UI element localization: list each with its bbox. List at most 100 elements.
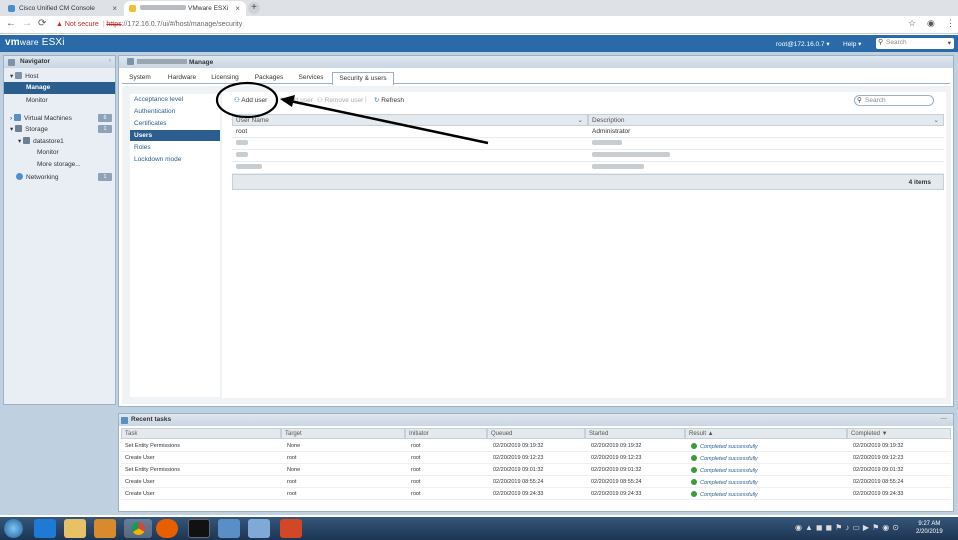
- remove-user-button[interactable]: ⚇ Remove user: [317, 96, 363, 104]
- result-cell: Completed successfully: [691, 467, 758, 474]
- browser-tab-cucm[interactable]: Cisco Unified CM Console ×: [3, 1, 123, 16]
- remote-desktop-icon[interactable]: [248, 519, 270, 538]
- table-row[interactable]: [232, 138, 944, 150]
- nav-item-storage[interactable]: ▾ Storage 1: [4, 123, 115, 135]
- column-header-initiator[interactable]: Initiator: [405, 428, 487, 439]
- column-header-user-name[interactable]: User Name ⌄: [232, 114, 588, 126]
- menu-icon[interactable]: ⋮: [946, 18, 955, 29]
- cisco-favicon-icon: [8, 5, 15, 12]
- refresh-button[interactable]: ↻ Refresh: [374, 96, 404, 104]
- nav-item-more-storage[interactable]: More storage...: [4, 159, 115, 171]
- network-icon: [16, 173, 23, 180]
- task-cell: Create User: [125, 491, 155, 497]
- browser-tab-vmware[interactable]: VMware ESXi ×: [124, 1, 246, 16]
- collapse-icon[interactable]: —: [941, 415, 948, 422]
- menu-item-authentication[interactable]: Authentication: [130, 106, 220, 117]
- menu-item-roles[interactable]: Roles: [130, 142, 220, 153]
- url-input[interactable]: ▲ Not secure | https://172.16.0.7/ui/#/h…: [56, 19, 896, 32]
- redacted-text: [592, 164, 644, 169]
- account-icon[interactable]: ◉: [927, 18, 935, 29]
- nav-item-datastore1[interactable]: ▾ datastore1: [4, 135, 115, 147]
- user-menu[interactable]: root@172.16.0.7 ▾: [776, 40, 830, 48]
- edit-user-button[interactable]: ✎ Edit user: [280, 96, 313, 104]
- table-row[interactable]: Create User root root 02/20/2019 08:55:24 02…: [121, 476, 951, 488]
- help-menu[interactable]: Help ▾: [843, 40, 861, 48]
- completed-cell: 02/20/2019 09:19:32: [853, 443, 904, 449]
- column-header-started[interactable]: Started: [585, 428, 685, 439]
- target-cell: root: [287, 455, 297, 461]
- table-row[interactable]: [232, 150, 944, 162]
- success-check-icon: [691, 443, 697, 449]
- users-search-input[interactable]: ⚲ Search: [854, 95, 934, 106]
- command-prompt-icon[interactable]: [188, 519, 210, 538]
- add-user-button[interactable]: ⚇ Add user: [234, 96, 267, 104]
- firefox-icon[interactable]: [156, 519, 178, 538]
- powerpoint-icon[interactable]: [280, 519, 302, 538]
- column-header-queued[interactable]: Queued: [487, 428, 585, 439]
- column-header-target[interactable]: Target: [281, 428, 405, 439]
- new-tab-button[interactable]: +: [248, 2, 260, 14]
- menu-item-users[interactable]: Users: [130, 130, 220, 141]
- column-header-task[interactable]: Task: [121, 428, 281, 439]
- chevron-down-icon[interactable]: ⌄: [578, 116, 583, 124]
- table-row[interactable]: Create User root root 02/20/2019 09:12:23 02…: [121, 452, 951, 464]
- internet-explorer-icon[interactable]: [34, 519, 56, 538]
- result-cell: Completed successfully: [691, 491, 758, 498]
- tab-licensing[interactable]: Licensing: [208, 72, 242, 84]
- column-header-description[interactable]: Description ⌄: [588, 114, 944, 126]
- header-search-input[interactable]: ⚲ Search ▾: [876, 38, 954, 49]
- description-cell: Administrator: [592, 128, 631, 135]
- initiator-cell: root: [411, 479, 421, 485]
- result-cell: Completed successfully: [691, 455, 758, 462]
- tab-hardware[interactable]: Hardware: [164, 72, 200, 84]
- host-icon: [127, 58, 134, 65]
- chevron-down-icon[interactable]: ⌄: [934, 116, 939, 124]
- navigator-header: Navigator ‹: [4, 56, 115, 68]
- tab-services[interactable]: Services: [294, 72, 328, 84]
- file-explorer-icon[interactable]: [64, 519, 86, 538]
- success-check-icon: [691, 491, 697, 497]
- storage-icon: [15, 125, 23, 132]
- started-cell: 02/20/2019 08:55:24: [591, 479, 642, 485]
- table-row[interactable]: root Administrator: [232, 126, 944, 138]
- close-icon[interactable]: ×: [235, 4, 240, 13]
- column-header-completed[interactable]: Completed ▼: [847, 428, 951, 439]
- completed-cell: 02/20/2019 09:12:23: [853, 455, 904, 461]
- column-header-result[interactable]: Result ▲: [685, 428, 847, 439]
- nav-item-networking[interactable]: Networking 1: [4, 171, 115, 183]
- table-row[interactable]: [232, 162, 944, 174]
- forward-arrow-icon[interactable]: →: [22, 18, 32, 29]
- tab-system[interactable]: System: [124, 72, 156, 84]
- taskbar-clock[interactable]: 9:27 AM 2/20/2019: [916, 520, 943, 536]
- menu-item-lockdown-mode[interactable]: Lockdown mode: [130, 154, 220, 165]
- navigator-icon: [8, 59, 15, 66]
- queued-cell: 02/20/2019 09:19:32: [493, 443, 544, 449]
- queued-cell: 02/20/2019 09:01:32: [493, 467, 544, 473]
- menu-item-certificates[interactable]: Certificates: [130, 118, 220, 129]
- back-arrow-icon[interactable]: ←: [6, 18, 16, 29]
- edit-user-icon: ✎: [280, 97, 286, 104]
- nav-item-datastore-monitor[interactable]: Monitor: [4, 147, 115, 159]
- menu-item-acceptance-level[interactable]: Acceptance level: [130, 94, 220, 105]
- start-button-icon[interactable]: [4, 519, 23, 538]
- network-tool-icon[interactable]: [218, 519, 240, 538]
- media-player-icon[interactable]: [94, 519, 116, 538]
- collapse-icon[interactable]: ‹: [109, 57, 111, 64]
- table-row[interactable]: Set Entity Permissions None root 02/20/2019…: [121, 440, 951, 452]
- table-row[interactable]: Set Entity Permissions None root 02/20/2019…: [121, 464, 951, 476]
- nav-item-host[interactable]: ▾ Host: [4, 70, 115, 82]
- chrome-icon[interactable]: [124, 519, 152, 538]
- nav-item-monitor[interactable]: Monitor: [4, 95, 115, 107]
- table-row[interactable]: Create User root root 02/20/2019 09:24:33 02…: [121, 488, 951, 500]
- close-icon[interactable]: ×: [112, 4, 117, 13]
- not-secure-warning[interactable]: ▲ Not secure: [56, 21, 99, 28]
- reload-icon[interactable]: ⟳: [38, 18, 46, 29]
- system-tray-icons[interactable]: ◉▲◼◼⚑♪▭▶⚑◉⊙: [795, 523, 902, 532]
- tab-packages[interactable]: Packages: [252, 72, 286, 84]
- nav-item-manage[interactable]: Manage: [4, 82, 115, 94]
- tab-security-users[interactable]: Security & users: [332, 72, 394, 85]
- target-cell: root: [287, 491, 297, 497]
- queued-cell: 02/20/2019 09:12:23: [493, 455, 544, 461]
- add-user-icon: ⚇: [234, 97, 240, 104]
- star-icon[interactable]: ☆: [908, 18, 916, 29]
